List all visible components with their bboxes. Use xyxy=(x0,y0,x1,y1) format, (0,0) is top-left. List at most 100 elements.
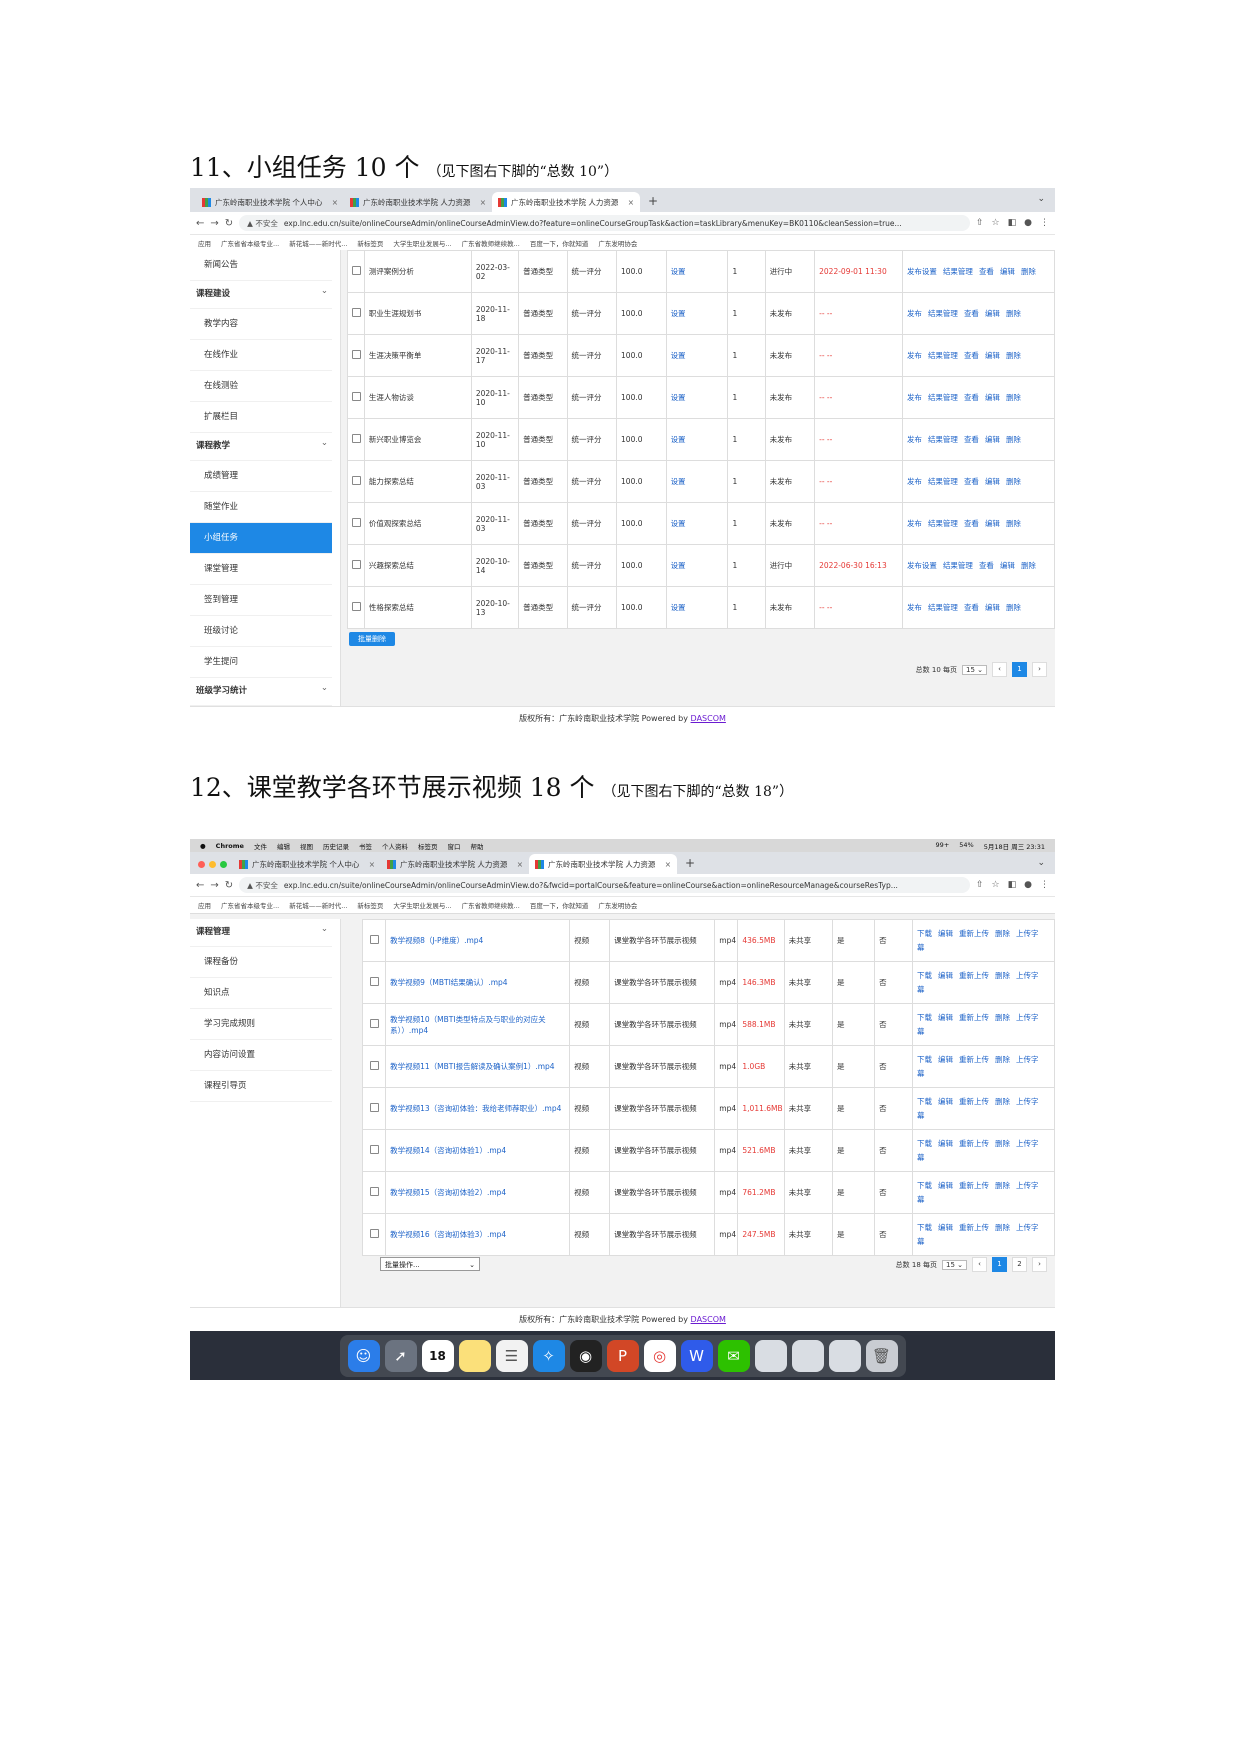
url-field[interactable]: ▲ 不安全 exp.lnc.edu.cn/suite/onlineCourseA… xyxy=(239,877,970,893)
row-checkbox[interactable] xyxy=(352,602,361,611)
action-link[interactable]: 删除 xyxy=(1006,477,1021,486)
video-name[interactable]: 教学视频10（MBTI类型特点及与职业的对应关系））.mp4 xyxy=(390,1015,545,1035)
row-checkbox[interactable] xyxy=(369,1103,379,1112)
setting-link[interactable]: 设置 xyxy=(671,435,686,444)
action-link[interactable]: 删除 xyxy=(1006,309,1021,318)
action-link[interactable]: 重新上传 xyxy=(959,1097,989,1106)
action-link[interactable]: 下载 xyxy=(917,1223,932,1232)
wechat-icon[interactable]: ✉ xyxy=(717,1339,750,1372)
action-link[interactable]: 查看 xyxy=(964,393,979,402)
action-link[interactable]: 结果管理 xyxy=(943,561,973,570)
forward-arrow-icon[interactable]: → xyxy=(210,218,218,229)
bookmark-item[interactable]: 新标签页 xyxy=(357,900,383,910)
bookmark-item[interactable]: 广东省省本级专业... xyxy=(221,238,279,248)
action-link[interactable]: 下载 xyxy=(917,1055,932,1064)
action-link[interactable]: 重新上传 xyxy=(959,1181,989,1190)
bookmark-item[interactable]: 新花城——新时代... xyxy=(289,238,347,248)
preview-window-icon[interactable] xyxy=(828,1339,861,1372)
action-link[interactable]: 查看 xyxy=(964,519,979,528)
action-link[interactable]: 删除 xyxy=(995,1055,1010,1064)
bookmark-item[interactable]: 大学生职业发展与... xyxy=(393,238,451,248)
action-link[interactable]: 结果管理 xyxy=(928,519,958,528)
action-link[interactable]: 下载 xyxy=(917,1013,932,1022)
setting-link[interactable]: 设置 xyxy=(671,309,686,318)
action-link[interactable]: 编辑 xyxy=(985,477,1000,486)
action-link[interactable]: 删除 xyxy=(1021,561,1036,570)
action-link[interactable]: 发布 xyxy=(907,519,922,528)
menu-item[interactable]: 个人资料 xyxy=(382,841,408,851)
sidebar-item[interactable]: 班级讨论 xyxy=(190,616,332,647)
back-arrow-icon[interactable]: ← xyxy=(196,218,204,229)
video-name[interactable]: 教学视频8（J-P维度）.mp4 xyxy=(390,936,483,945)
action-link[interactable]: 重新上传 xyxy=(959,1013,989,1022)
action-link[interactable]: 删除 xyxy=(1006,393,1021,402)
menu-item[interactable]: 窗口 xyxy=(447,841,460,851)
batch-action-select[interactable]: 批量操作... ⌄ xyxy=(380,1257,480,1271)
bookmark-item[interactable]: 应用 xyxy=(198,238,211,248)
prev-page-button[interactable]: ‹ xyxy=(972,1257,987,1272)
sidebar-item[interactable]: 教学内容 xyxy=(190,309,332,340)
row-checkbox[interactable] xyxy=(352,350,361,359)
sidebar-item[interactable]: 班级学习统计 xyxy=(190,675,332,706)
menu-item[interactable]: 帮助 xyxy=(470,841,483,851)
sidebar-item[interactable]: 内容访问设置 xyxy=(190,1040,332,1071)
sidepanel-icon[interactable]: ◧ xyxy=(1008,218,1017,228)
share-icon[interactable]: ⇧ xyxy=(976,880,984,890)
browser-tab-active[interactable]: 广东岭南职业技术学院 人力资源 × xyxy=(492,192,640,212)
row-checkbox[interactable] xyxy=(352,434,361,443)
browser-tab[interactable]: 广东岭南职业技术学院 个人中心 × xyxy=(233,854,381,874)
row-checkbox[interactable] xyxy=(352,560,361,569)
close-window-icon[interactable] xyxy=(198,861,205,868)
share-icon[interactable]: ⇧ xyxy=(976,218,984,228)
action-link[interactable]: 结果管理 xyxy=(928,435,958,444)
minimize-window-icon[interactable] xyxy=(209,861,216,868)
row-checkbox[interactable] xyxy=(369,1145,379,1154)
row-checkbox[interactable] xyxy=(369,935,379,944)
action-link[interactable]: 发布 xyxy=(907,435,922,444)
action-link[interactable]: 删除 xyxy=(1006,351,1021,360)
bookmark-item[interactable]: 广东发明协会 xyxy=(598,238,637,248)
row-checkbox[interactable] xyxy=(352,266,361,275)
action-link[interactable]: 结果管理 xyxy=(928,309,958,318)
action-link[interactable]: 删除 xyxy=(995,1139,1010,1148)
action-link[interactable]: 编辑 xyxy=(938,1097,953,1106)
reminders-icon[interactable]: ☰ xyxy=(495,1339,528,1372)
row-checkbox[interactable] xyxy=(352,518,361,527)
action-link[interactable]: 下载 xyxy=(917,1139,932,1148)
action-link[interactable]: 查看 xyxy=(964,351,979,360)
action-link[interactable]: 删除 xyxy=(1006,519,1021,528)
sidebar-item[interactable]: 知识点 xyxy=(190,978,332,1009)
next-page-button[interactable]: › xyxy=(1032,1257,1047,1272)
notes-icon[interactable] xyxy=(458,1339,491,1372)
action-link[interactable]: 编辑 xyxy=(1000,267,1015,276)
preview-window-icon[interactable] xyxy=(791,1339,824,1372)
calendar-icon[interactable]: 18 xyxy=(421,1339,454,1372)
safari-icon[interactable]: ✧ xyxy=(532,1339,565,1372)
footer-dascom-link[interactable]: DASCOM xyxy=(691,714,726,723)
action-link[interactable]: 发布 xyxy=(907,603,922,612)
action-link[interactable]: 重新上传 xyxy=(959,1055,989,1064)
action-link[interactable]: 编辑 xyxy=(938,1013,953,1022)
profile-avatar-icon[interactable]: ● xyxy=(1024,218,1032,228)
action-link[interactable]: 编辑 xyxy=(938,1223,953,1232)
video-name[interactable]: 教学视频13（咨询初体验：我给老师荐职业）.mp4 xyxy=(390,1104,561,1113)
bookmark-item[interactable]: 广东发明协会 xyxy=(598,900,637,910)
action-link[interactable]: 发布 xyxy=(907,309,922,318)
sidebar-item[interactable]: 课程备份 xyxy=(190,947,332,978)
sidepanel-icon[interactable]: ◧ xyxy=(1008,880,1017,890)
browser-tab[interactable]: 广东岭南职业技术学院 人力资源 × xyxy=(381,854,529,874)
preview-window-icon[interactable] xyxy=(754,1339,787,1372)
action-link[interactable]: 编辑 xyxy=(938,1055,953,1064)
action-link[interactable]: 编辑 xyxy=(985,393,1000,402)
action-link[interactable]: 删除 xyxy=(1006,435,1021,444)
apple-menu-icon[interactable]: ● xyxy=(200,842,206,850)
setting-link[interactable]: 设置 xyxy=(671,351,686,360)
action-link[interactable]: 编辑 xyxy=(938,929,953,938)
new-tab-button[interactable]: + xyxy=(677,856,703,874)
action-link[interactable]: 结果管理 xyxy=(928,603,958,612)
bookmark-star-icon[interactable]: ☆ xyxy=(992,218,1000,228)
menu-item[interactable]: 书签 xyxy=(359,841,372,851)
action-link[interactable]: 结果管理 xyxy=(928,477,958,486)
video-name[interactable]: 教学视频11（MBTI报告解读及确认案例1）.mp4 xyxy=(390,1062,554,1071)
action-link[interactable]: 编辑 xyxy=(938,971,953,980)
